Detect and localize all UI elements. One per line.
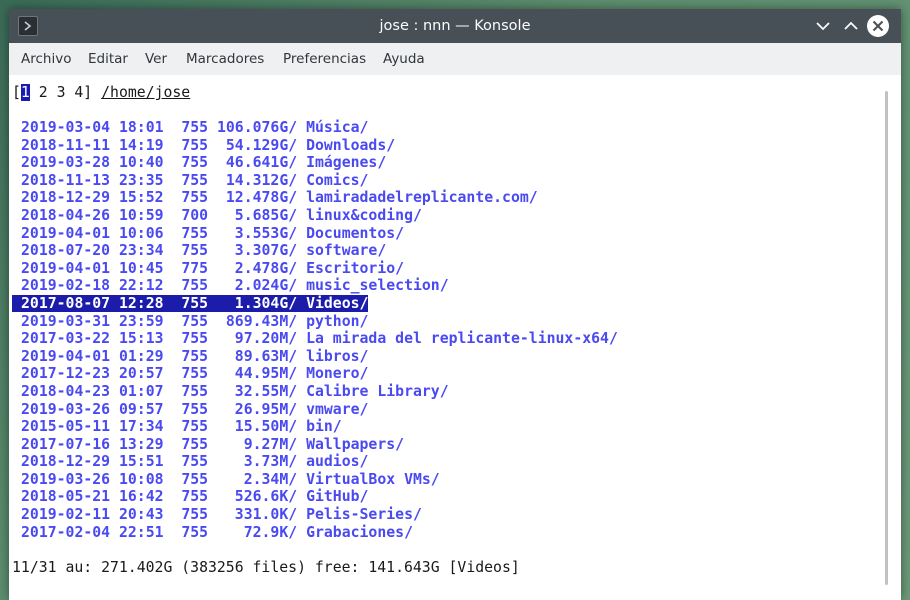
file-entry[interactable]: 2017-12-23 20:57 755 44.95M/ Monero/ bbox=[21, 365, 618, 383]
minimize-button[interactable] bbox=[812, 15, 834, 37]
status-line: 11/31 au: 271.402G (383256 files) free: … bbox=[12, 559, 520, 576]
file-entry[interactable]: 2017-02-04 22:51 755 72.9K/ Grabaciones/ bbox=[21, 524, 618, 542]
file-entry-text: 2018-04-26 10:59 700 5.685G/ linux&codin… bbox=[21, 206, 422, 224]
file-entry-text: 2019-04-01 10:45 775 2.478G/ Escritorio/ bbox=[21, 259, 405, 277]
file-entry[interactable]: 2018-04-26 10:59 700 5.685G/ linux&codin… bbox=[21, 207, 618, 225]
file-entry-text: 2018-05-21 16:42 755 526.6K/ GitHub/ bbox=[21, 488, 369, 506]
chevron-down-icon bbox=[816, 22, 830, 31]
file-entry[interactable]: 2019-03-28 10:40 755 46.641G/ Imágenes/ bbox=[21, 154, 618, 172]
file-entry[interactable]: 2017-07-16 13:29 755 9.27M/ Wallpapers/ bbox=[21, 436, 618, 454]
file-entry-text: 2018-12-29 15:52 755 12.478G/ lamiradade… bbox=[21, 189, 538, 207]
file-entry-text: 2019-02-18 22:12 755 2.024G/ music_selec… bbox=[21, 277, 449, 295]
file-entry[interactable]: 2019-04-01 01:29 755 89.63M/ libros/ bbox=[21, 348, 618, 366]
file-entry[interactable]: 2018-11-13 23:35 755 14.312G/ Comics/ bbox=[21, 172, 618, 190]
file-entry[interactable]: 2019-03-31 23:59 755 869.43M/ python/ bbox=[21, 313, 618, 331]
file-entry[interactable]: 2018-07-20 23:34 755 3.307G/ software/ bbox=[21, 242, 618, 260]
title-bar[interactable]: jose : nnn — Konsole bbox=[9, 9, 901, 43]
menu-bar: Archivo Editar Ver Marcadores Preferenci… bbox=[9, 43, 901, 76]
file-entry-text: 2019-03-26 10:08 755 2.34M/ VirtualBox V… bbox=[21, 470, 440, 488]
file-entry[interactable]: 2015-05-11 17:34 755 15.50M/ bin/ bbox=[21, 418, 618, 436]
menu-archivo[interactable]: Archivo bbox=[21, 43, 71, 75]
file-entry-text: 2017-08-07 12:28 755 1.304G/ Videos/ bbox=[12, 294, 369, 312]
file-list: 2019-03-04 18:01 755 106.076G/ Música/20… bbox=[12, 119, 618, 542]
file-entry[interactable]: 2019-04-01 10:45 775 2.478G/ Escritorio/ bbox=[21, 260, 618, 278]
selected-file-entry[interactable]: 2017-08-07 12:28 755 1.304G/ Videos/ bbox=[12, 294, 618, 313]
tabs-prefix: [ bbox=[12, 84, 21, 101]
file-entry-text: 2019-03-04 18:01 755 106.076G/ Música/ bbox=[21, 119, 369, 136]
menu-preferencias[interactable]: Preferencias bbox=[283, 43, 366, 75]
file-entry[interactable]: 2018-04-23 01:07 755 32.55M/ Calibre Lib… bbox=[21, 383, 618, 401]
file-entry-text: 2015-05-11 17:34 755 15.50M/ bin/ bbox=[21, 418, 342, 436]
file-entry[interactable]: 2019-03-26 09:57 755 26.95M/ vmware/ bbox=[21, 401, 618, 419]
file-entry-text: 2019-04-01 10:06 755 3.553G/ Documentos/ bbox=[21, 224, 405, 242]
file-entry-text: 2017-07-16 13:29 755 9.27M/ Wallpapers/ bbox=[21, 435, 405, 453]
context-tabs-others[interactable]: 2 3 4] bbox=[30, 84, 101, 101]
file-entry-text: 2019-04-01 01:29 755 89.63M/ libros/ bbox=[21, 347, 369, 365]
file-entry-text: 2018-11-11 14:19 755 54.129G/ Downloads/ bbox=[21, 136, 396, 154]
scrollbar-handle[interactable] bbox=[885, 91, 888, 585]
konsole-window: jose : nnn — Konsole Archivo Editar Ver … bbox=[9, 9, 901, 600]
close-icon bbox=[872, 20, 884, 32]
file-entry-text: 2018-11-13 23:35 755 14.312G/ Comics/ bbox=[21, 171, 369, 189]
file-entry-text: 2018-07-20 23:34 755 3.307G/ software/ bbox=[21, 242, 387, 260]
window-title: jose : nnn — Konsole bbox=[379, 18, 531, 34]
file-entry-text: 2018-04-23 01:07 755 32.55M/ Calibre Lib… bbox=[21, 382, 449, 400]
context-tabs-line: [1 2 3 4] /home/jose bbox=[12, 84, 190, 102]
close-button[interactable] bbox=[867, 15, 889, 37]
file-entry[interactable]: 2019-02-11 20:43 755 331.0K/ Pelis-Serie… bbox=[21, 506, 618, 524]
maximize-button[interactable] bbox=[840, 15, 862, 37]
menu-editar[interactable]: Editar bbox=[88, 43, 128, 75]
file-entry[interactable]: 2019-03-04 18:01 755 106.076G/ Música/ bbox=[21, 119, 618, 137]
file-entry-text: 2019-03-31 23:59 755 869.43M/ python/ bbox=[21, 312, 369, 330]
file-entry[interactable]: 2019-03-26 10:08 755 2.34M/ VirtualBox V… bbox=[21, 471, 618, 489]
file-entry-text: 2018-12-29 15:51 755 3.73M/ audios/ bbox=[21, 453, 369, 471]
file-entry[interactable]: 2018-12-29 15:52 755 12.478G/ lamiradade… bbox=[21, 189, 618, 207]
terminal-area[interactable]: [1 2 3 4] /home/jose 2019-03-04 18:01 75… bbox=[9, 75, 882, 600]
file-entry[interactable]: 2019-04-01 10:06 755 3.553G/ Documentos/ bbox=[21, 225, 618, 243]
menu-ver[interactable]: Ver bbox=[145, 43, 167, 75]
file-entry-text: 2019-03-26 09:57 755 26.95M/ vmware/ bbox=[21, 400, 369, 418]
current-path: /home/jose bbox=[101, 84, 191, 101]
file-entry-text: 2017-02-04 22:51 755 72.9K/ Grabaciones/ bbox=[21, 523, 413, 541]
file-entry[interactable]: 2018-05-21 16:42 755 526.6K/ GitHub/ bbox=[21, 488, 618, 506]
menu-marcadores[interactable]: Marcadores bbox=[186, 43, 264, 75]
file-entry-text: 2019-03-28 10:40 755 46.641G/ Imágenes/ bbox=[21, 154, 387, 172]
file-entry-text: 2017-12-23 20:57 755 44.95M/ Monero/ bbox=[21, 365, 369, 383]
chevron-up-icon bbox=[844, 21, 858, 30]
file-entry[interactable]: 2018-12-29 15:51 755 3.73M/ audios/ bbox=[21, 453, 618, 471]
file-entry-text: 2017-03-22 15:13 755 97.20M/ La mirada d… bbox=[21, 330, 618, 348]
file-entry-text: 2019-02-11 20:43 755 331.0K/ Pelis-Serie… bbox=[21, 506, 422, 524]
file-entry[interactable]: 2018-11-11 14:19 755 54.129G/ Downloads/ bbox=[21, 137, 618, 155]
menu-ayuda[interactable]: Ayuda bbox=[383, 43, 425, 75]
file-entry[interactable]: 2017-03-22 15:13 755 97.20M/ La mirada d… bbox=[21, 330, 618, 348]
file-entry[interactable]: 2019-02-18 22:12 755 2.024G/ music_selec… bbox=[21, 277, 618, 295]
context-tab-active[interactable]: 1 bbox=[20, 84, 30, 101]
